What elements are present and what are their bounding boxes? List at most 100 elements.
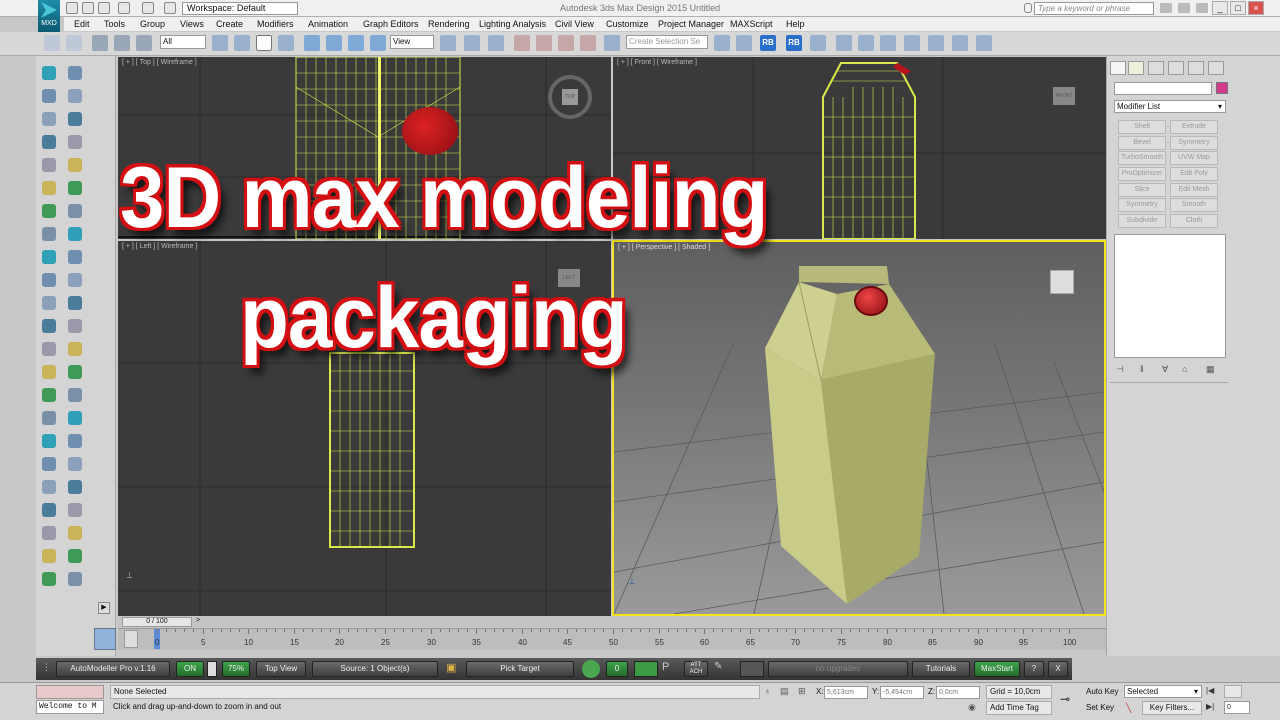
grid-icon[interactable] (68, 158, 82, 172)
redo-icon[interactable] (142, 2, 154, 14)
menu-tools[interactable]: Tools (104, 18, 125, 30)
cube-grey-icon[interactable] (68, 526, 82, 540)
modifier-shell-button[interactable]: Shell (1118, 120, 1166, 134)
set-key-button[interactable]: Set Key (1086, 702, 1122, 715)
align-icon[interactable] (736, 35, 752, 51)
menu-modifiers[interactable]: Modifiers (257, 18, 294, 30)
automodeller-source-button[interactable]: Source: 1 Object(s) (312, 661, 438, 677)
move-icon[interactable] (304, 35, 320, 51)
percent-snap-icon[interactable] (558, 35, 574, 51)
teapot-small-icon[interactable] (42, 388, 56, 402)
curve-editor-icon[interactable] (836, 35, 852, 51)
maxscript-listener-input[interactable]: Welcome to M (36, 700, 104, 714)
gear-icon[interactable] (42, 227, 56, 241)
lock-icon[interactable]: ▣ (446, 661, 460, 677)
film-icon[interactable] (68, 135, 82, 149)
list-icon[interactable] (42, 158, 56, 172)
redo-toolbar-icon[interactable] (66, 35, 82, 51)
modifier-edit-poly-button[interactable]: Edit Poly (1170, 167, 1218, 181)
star-icon[interactable] (1178, 3, 1190, 13)
display-tab-icon[interactable] (1188, 61, 1204, 75)
maxstart-button[interactable]: MaxStart (974, 661, 1020, 677)
maximize-button[interactable]: □ (1230, 1, 1246, 15)
sphere-grey-icon[interactable] (42, 526, 56, 540)
menu-project-manager[interactable]: Project Manager (658, 18, 724, 30)
render-setup-icon[interactable] (904, 35, 920, 51)
window-crossing-icon[interactable] (278, 35, 294, 51)
sphere-shiny-icon[interactable] (42, 549, 56, 563)
automodeller-on-toggle[interactable]: ON (176, 661, 204, 677)
viewcube-top[interactable]: TOP (548, 75, 592, 119)
teapot-primitive-icon[interactable] (68, 66, 82, 80)
menu-civil-view[interactable]: Civil View (555, 18, 594, 30)
rendered-frame-window-icon[interactable] (928, 35, 944, 51)
tree-icon[interactable] (42, 204, 56, 218)
mesh-icon[interactable] (68, 549, 82, 563)
viewcube-perspective[interactable] (1050, 270, 1074, 294)
key-icon[interactable]: ⊸ (1060, 692, 1082, 706)
circle-icon[interactable] (68, 342, 82, 356)
utilities-tab-icon[interactable] (1208, 61, 1224, 75)
automodeller-help-button[interactable]: ? (1024, 661, 1044, 677)
go-to-start-icon[interactable]: |◀ (1206, 686, 1220, 698)
key-mode-dropdown[interactable]: Selected ▾ (1124, 685, 1202, 698)
configure-sets-icon[interactable]: ▦ (1206, 364, 1218, 376)
film-strip-icon[interactable] (42, 319, 56, 333)
modifier-slice-button[interactable]: Slice (1118, 183, 1166, 197)
align-icon[interactable] (42, 296, 56, 310)
attach-button[interactable]: ATT ACH (684, 661, 708, 677)
menu-create[interactable]: Create (216, 18, 243, 30)
unlink-icon[interactable] (114, 35, 130, 51)
object-icon[interactable] (68, 572, 82, 586)
modifier-extrude-button[interactable]: Extrude (1170, 120, 1218, 134)
add-time-tag-button[interactable]: Add Time Tag (986, 701, 1052, 715)
dumbbell-icon[interactable] (42, 457, 56, 471)
modifier-symmetry-2-button[interactable]: Symmetry (1118, 198, 1166, 212)
modifier-turbosmooth-button[interactable]: TurboSmooth (1118, 151, 1166, 165)
automodeller-slider-icon[interactable] (207, 661, 217, 677)
layer-manager-icon[interactable] (810, 35, 826, 51)
modifier-edit-mesh-button[interactable]: Edit Mesh (1170, 183, 1218, 197)
sofa-icon[interactable] (68, 480, 82, 494)
cup-icon[interactable] (68, 365, 82, 379)
selection-lock-icon[interactable]: ▤ (780, 686, 790, 698)
texture-icon[interactable] (42, 342, 56, 356)
film-grid-icon[interactable] (634, 661, 658, 677)
curve-editor-mini-icon[interactable] (124, 630, 138, 648)
menu-help[interactable]: Help (786, 18, 805, 30)
tree-alt-icon[interactable] (68, 204, 82, 218)
spinner-snap-icon[interactable] (580, 35, 596, 51)
render-production-icon[interactable] (952, 35, 968, 51)
cone-small-icon[interactable] (68, 388, 82, 402)
rotate-icon[interactable] (326, 35, 342, 51)
modifier-prooptimizer-button[interactable]: ProOptimizer (1118, 167, 1166, 181)
remove-modifier-icon[interactable]: ⌂ (1182, 364, 1194, 376)
material-editor-icon[interactable] (880, 35, 896, 51)
document-icon[interactable] (42, 572, 56, 586)
selection-filter-dropdown[interactable]: All (160, 35, 206, 49)
pivot-center-icon[interactable] (440, 35, 456, 51)
undo-icon[interactable] (118, 2, 130, 14)
time-slider-track[interactable] (118, 617, 1106, 627)
shape-icon[interactable] (68, 319, 82, 333)
binoculars-icon[interactable] (1160, 3, 1172, 13)
modify-tab-icon[interactable] (1128, 61, 1144, 75)
new-file-icon[interactable] (66, 2, 78, 14)
bone-icon[interactable] (68, 296, 82, 310)
menu-customize[interactable]: Customize (606, 18, 649, 30)
create-tab-icon[interactable] (1110, 61, 1126, 75)
menu-lighting-analysis[interactable]: Lighting Analysis (479, 18, 546, 30)
menu-graph-editors[interactable]: Graph Editors (363, 18, 419, 30)
key-filters-button[interactable]: Key Filters... (1142, 701, 1202, 715)
menu-group[interactable]: Group (140, 18, 165, 30)
modifier-subdivide-button[interactable]: Subdivide (1118, 214, 1166, 228)
auto-key-button[interactable]: Auto Key (1086, 686, 1122, 699)
motion-tab-icon[interactable] (1168, 61, 1184, 75)
light-icon[interactable] (42, 89, 56, 103)
edit-named-selection-icon[interactable] (604, 35, 620, 51)
chair-icon[interactable] (42, 480, 56, 494)
undo-toolbar-icon[interactable] (44, 35, 60, 51)
camera-film-icon[interactable] (68, 250, 82, 264)
absolute-mode-icon[interactable]: ⊞ (798, 686, 808, 698)
link-icon[interactable] (92, 35, 108, 51)
